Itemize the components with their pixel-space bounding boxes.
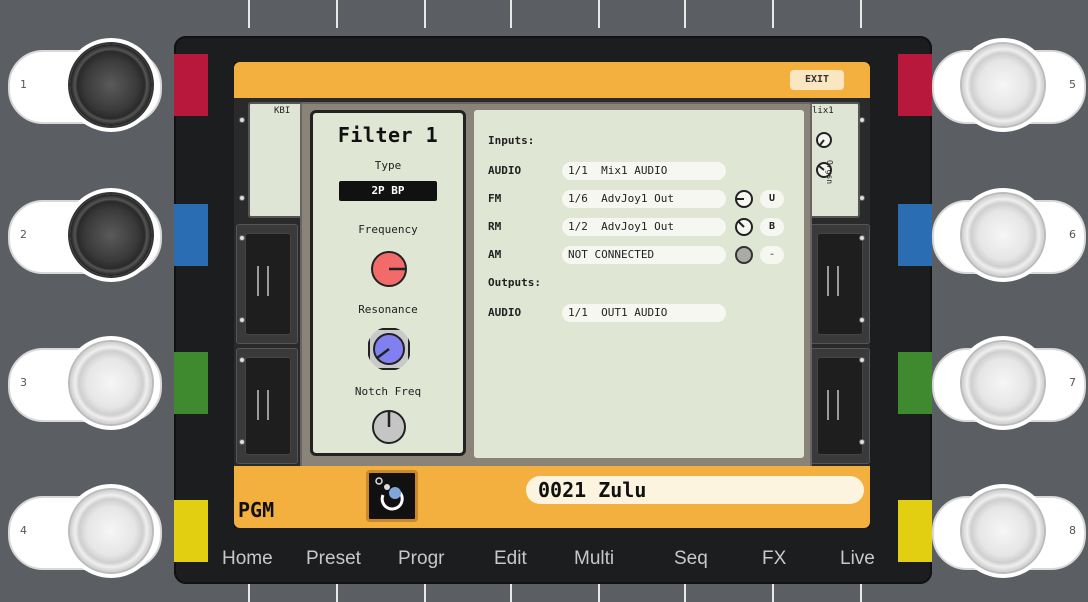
nav-seq[interactable]: Seq [674,548,708,570]
nav-multi[interactable]: Multi [574,548,614,570]
display-screen: EXIT KBI lix1 Orgsn Filter 1 Type 2P BP … [234,62,870,528]
mix-module-card[interactable]: lix1 Orgsn [808,102,860,218]
input-name: AM [488,248,502,261]
type-label: Type [374,159,402,172]
rotary-knob-5[interactable] [962,44,1044,126]
polarity-toggle[interactable]: U [760,190,784,208]
filter-dialog: Filter 1 Type 2P BP Frequency Resonance … [300,102,812,468]
input-source-field[interactable]: NOT CONNECTED [562,246,726,264]
knob-number: 8 [1069,524,1076,537]
input-name: RM [488,220,502,233]
mix-module-label: lix1 [812,106,834,116]
input-name: AUDIO [488,164,522,177]
am-amount-knob[interactable] [734,245,754,265]
knob-number: 3 [20,376,27,389]
knob-number: 1 [20,78,27,91]
knob-number: 7 [1069,376,1076,389]
frame-tick [684,0,686,28]
nav-home[interactable]: Home [222,548,273,570]
nav-preset[interactable]: Preset [306,548,361,570]
preset-name-field[interactable]: 0021 Zulu [526,476,864,504]
knob-number: 2 [20,228,27,241]
kbd-module-label: KBI [274,106,291,116]
knob-mount-2: 2 [8,188,194,282]
screen-top-bar: EXIT [234,62,870,98]
filter-params-panel: Filter 1 Type 2P BP Frequency Resonance … [310,110,466,456]
rotary-knob-8[interactable] [962,490,1044,572]
resonance-knob[interactable] [367,327,411,371]
output-dest-field[interactable]: 1/1 OUT1 AUDIO [562,304,726,322]
knob-mount-3: 3 [8,336,194,430]
frame-tick [248,0,250,28]
rotary-knob-7[interactable] [962,342,1044,424]
frame-tick [860,0,862,28]
frame-tick [336,0,338,28]
notch-freq-knob[interactable] [369,407,409,447]
rotary-knob-4[interactable] [70,490,152,572]
frame-tick [424,0,426,28]
frame-tick [510,0,512,28]
nav-live[interactable]: Live [840,548,875,570]
input-name: FM [488,192,502,205]
polarity-toggle[interactable]: B [760,218,784,236]
nav-edit[interactable]: Edit [494,548,527,570]
mode-label: PGM [238,498,275,522]
mix-module-sublabel: Orgsn [825,160,834,185]
rotary-knob-1[interactable] [70,44,152,126]
rotary-knob-3[interactable] [70,342,152,424]
kbd-module-card[interactable]: KBI [248,102,306,218]
knob-mount-7: 7 [900,336,1086,430]
knob-number: 5 [1069,78,1076,91]
knob-mount-4: 4 [8,484,194,578]
program-icon-button[interactable] [366,470,418,522]
input-source-field[interactable]: 1/1 Mix1 AUDIO [562,162,726,180]
filter-title: Filter 1 [337,123,439,147]
fm-amount-knob[interactable] [734,189,754,209]
frequency-label: Frequency [358,223,418,236]
screen-bottom-bar: PGM 0021 Zulu [234,466,870,528]
nav-progr[interactable]: Progr [398,548,444,570]
output-name: AUDIO [488,306,522,319]
frame-tick [598,0,600,28]
frequency-knob[interactable] [369,249,409,289]
rotary-knob-2[interactable] [70,194,152,276]
knob-mount-5: 5 [900,38,1086,132]
rotary-knob-6[interactable] [962,194,1044,276]
input-source-field[interactable]: 1/6 AdvJoy1 Out [562,190,726,208]
frame-tick [772,0,774,28]
rm-amount-knob[interactable] [734,217,754,237]
knob-mount-1: 1 [8,38,194,132]
nav-fx[interactable]: FX [762,548,786,570]
type-selector[interactable]: 2P BP [339,181,437,201]
polarity-toggle[interactable]: - [760,246,784,264]
exit-button[interactable]: EXIT [790,70,844,90]
knob-mount-6: 6 [900,188,1086,282]
outputs-label: Outputs: [488,276,541,289]
knob-number: 4 [20,524,27,537]
inputs-label: Inputs: [488,134,535,147]
knob-cable-icon [375,477,404,511]
input-source-field[interactable]: 1/2 AdvJoy1 Out [562,218,726,236]
knob-number: 6 [1069,228,1076,241]
notch-freq-label: Notch Freq [354,385,422,398]
knob-mount-8: 8 [900,484,1086,578]
io-panel: Inputs: AUDIO 1/1 Mix1 AUDIO FM 1/6 AdvJ… [474,110,804,458]
module-rack: KBI lix1 Orgsn Filter 1 Type 2P BP Frequ… [234,98,870,468]
resonance-label: Resonance [358,303,418,316]
